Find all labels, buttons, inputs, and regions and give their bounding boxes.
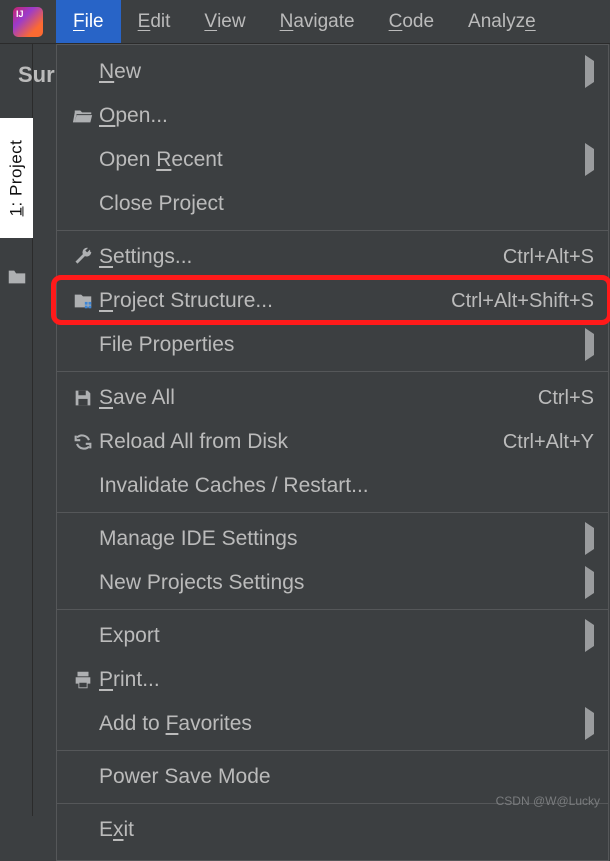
menuitem-label: Open... xyxy=(99,104,594,128)
project-toolwindow-tab[interactable]: 1: Project xyxy=(0,118,33,238)
reload-icon xyxy=(67,431,99,453)
submenu-arrow-icon xyxy=(585,149,594,171)
menuitem-label: Reload All from Disk xyxy=(99,430,491,454)
page-title-truncated: Sur xyxy=(18,62,55,88)
menuitem-label: Open Recent xyxy=(99,148,573,172)
menu-navigate[interactable]: Navigate xyxy=(263,0,372,43)
wrench-icon xyxy=(67,246,99,268)
shortcut: Ctrl+Alt+Y xyxy=(503,431,594,454)
menuitem-close-project[interactable]: Close Project xyxy=(57,182,608,226)
submenu-arrow-icon xyxy=(585,334,594,356)
print-icon xyxy=(67,669,99,691)
menuitem-label: Export xyxy=(99,624,573,648)
app-icon xyxy=(0,0,56,43)
save-icon xyxy=(67,387,99,409)
left-tool-strip: 1: Project xyxy=(0,44,33,816)
project-structure-icon xyxy=(67,290,99,312)
menuitem-label: Add to Favorites xyxy=(99,712,573,736)
menuitem-label: New Projects Settings xyxy=(99,571,573,595)
submenu-arrow-icon xyxy=(585,713,594,735)
menuitem-manage-ide-settings[interactable]: Manage IDE Settings xyxy=(57,517,608,561)
folder-open-icon xyxy=(67,105,99,127)
menuitem-project-structure[interactable]: Project Structure... Ctrl+Alt+Shift+S xyxy=(57,279,608,323)
submenu-arrow-icon xyxy=(585,572,594,594)
menuitem-new[interactable]: New xyxy=(57,50,608,94)
menuitem-settings[interactable]: Settings... Ctrl+Alt+S xyxy=(57,235,608,279)
menuitem-open[interactable]: Open... xyxy=(57,94,608,138)
menuitem-label: Invalidate Caches / Restart... xyxy=(99,474,594,498)
menuitem-label: Exit xyxy=(99,818,594,842)
separator xyxy=(57,512,608,513)
submenu-arrow-icon xyxy=(585,61,594,83)
menuitem-label: Close Project xyxy=(99,192,594,216)
menubar: FileEditViewNavigateCodeAnalyze xyxy=(0,0,610,44)
menuitem-open-recent[interactable]: Open Recent xyxy=(57,138,608,182)
separator xyxy=(57,371,608,372)
menuitem-label: Settings... xyxy=(99,245,491,269)
file-menu-dropdown: New Open... Open Recent Close Project Settin… xyxy=(56,44,609,861)
shortcut: Ctrl+S xyxy=(538,387,594,410)
menuitem-label: Project Structure... xyxy=(99,289,439,313)
menu-code[interactable]: Code xyxy=(372,0,451,43)
shortcut: Ctrl+Alt+Shift+S xyxy=(451,290,594,313)
menu-analyze[interactable]: Analyze xyxy=(451,0,553,43)
menuitem-save-all[interactable]: Save All Ctrl+S xyxy=(57,376,608,420)
menuitem-label: Manage IDE Settings xyxy=(99,527,573,551)
menuitem-label: Print... xyxy=(99,668,594,692)
menuitem-print[interactable]: Print... xyxy=(57,658,608,702)
menuitem-label: New xyxy=(99,60,573,84)
separator xyxy=(57,609,608,610)
menuitem-label: Power Save Mode xyxy=(99,765,594,789)
shortcut: Ctrl+Alt+S xyxy=(503,246,594,269)
watermark: CSDN @W@Lucky xyxy=(496,794,600,808)
menuitem-invalidate-caches-restart[interactable]: Invalidate Caches / Restart... xyxy=(57,464,608,508)
menuitem-label: File Properties xyxy=(99,333,573,357)
separator xyxy=(57,230,608,231)
menuitem-file-properties[interactable]: File Properties xyxy=(57,323,608,367)
submenu-arrow-icon xyxy=(585,625,594,647)
menuitem-export[interactable]: Export xyxy=(57,614,608,658)
menu-edit[interactable]: Edit xyxy=(121,0,188,43)
intellij-logo xyxy=(13,7,43,37)
menu-file[interactable]: File xyxy=(56,0,121,43)
menuitem-reload-all-from-disk[interactable]: Reload All from Disk Ctrl+Alt+Y xyxy=(57,420,608,464)
folder-icon[interactable] xyxy=(6,266,28,288)
menuitem-power-save-mode[interactable]: Power Save Mode xyxy=(57,755,608,799)
menuitem-exit[interactable]: Exit xyxy=(57,808,608,852)
menuitem-new-projects-settings[interactable]: New Projects Settings xyxy=(57,561,608,605)
menuitem-add-to-favorites[interactable]: Add to Favorites xyxy=(57,702,608,746)
menu-view[interactable]: View xyxy=(187,0,262,43)
menuitem-label: Save All xyxy=(99,386,526,410)
separator xyxy=(57,750,608,751)
submenu-arrow-icon xyxy=(585,528,594,550)
